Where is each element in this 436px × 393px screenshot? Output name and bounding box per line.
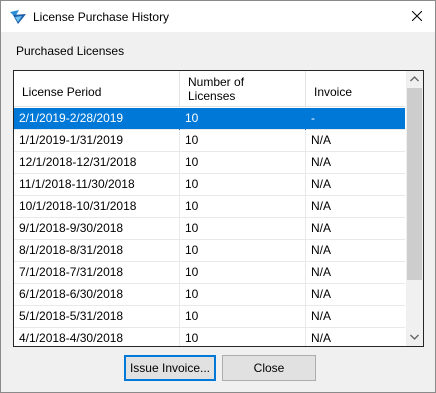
cell-license-period: 12/1/2018-12/31/2018 bbox=[14, 152, 180, 174]
purchased-licenses-label: Purchased Licenses bbox=[16, 44, 125, 58]
cell-number-of-licenses: 10 bbox=[180, 196, 306, 218]
cell-license-period: 4/1/2018-4/30/2018 bbox=[14, 328, 180, 346]
table-header: License Period Number of Licenses Invoic… bbox=[14, 71, 405, 107]
column-header-label: Number of Licenses bbox=[188, 75, 245, 103]
cell-invoice: N/A bbox=[311, 177, 332, 191]
cell-invoice: N/A bbox=[311, 155, 332, 169]
cell-license-period: 5/1/2018-5/31/2018 bbox=[14, 306, 180, 328]
close-icon bbox=[412, 11, 422, 21]
chevron-up-icon bbox=[410, 76, 419, 82]
table-row[interactable]: 8/1/2018-8/31/2018 10 N/A bbox=[14, 240, 405, 262]
license-history-dialog: License Purchase History Purchased Licen… bbox=[0, 0, 436, 393]
window-title: License Purchase History bbox=[33, 10, 170, 24]
cell-license-period: 10/1/2018-10/31/2018 bbox=[14, 196, 180, 218]
cell-invoice: N/A bbox=[311, 287, 332, 301]
scrollbar-thumb[interactable] bbox=[407, 88, 422, 280]
cell-number-of-licenses: 10 bbox=[180, 306, 306, 328]
column-header-number-of-licenses[interactable]: Number of Licenses bbox=[180, 71, 306, 107]
column-header-license-period[interactable]: License Period bbox=[14, 71, 180, 107]
table-row[interactable]: 12/1/2018-12/31/2018 10 N/A bbox=[14, 152, 405, 174]
chevron-down-icon bbox=[410, 334, 419, 340]
table-row[interactable]: 9/1/2018-9/30/2018 10 N/A bbox=[14, 218, 405, 240]
cell-number-of-licenses: 10 bbox=[180, 152, 306, 174]
column-header-invoice[interactable]: Invoice bbox=[306, 71, 405, 107]
issue-invoice-button[interactable]: Issue Invoice... bbox=[124, 355, 216, 381]
window-close-button[interactable] bbox=[401, 3, 433, 29]
cell-invoice: N/A bbox=[311, 331, 332, 345]
vertical-scrollbar[interactable] bbox=[406, 71, 423, 346]
app-logo-icon bbox=[10, 10, 26, 24]
cell-number-of-licenses: 10 bbox=[180, 130, 306, 152]
cell-invoice: N/A bbox=[311, 243, 332, 257]
cell-invoice: - bbox=[311, 111, 315, 125]
cell-number-of-licenses: 10 bbox=[180, 262, 306, 284]
cell-license-period: 8/1/2018-8/31/2018 bbox=[14, 240, 180, 262]
scroll-up-button[interactable] bbox=[406, 71, 423, 88]
table-row[interactable]: 1/1/2019-1/31/2019 10 N/A bbox=[14, 130, 405, 152]
cell-invoice: N/A bbox=[311, 265, 332, 279]
table-row[interactable]: 2/1/2019-2/28/2019 10- bbox=[14, 108, 405, 130]
table-row[interactable]: 4/1/2018-4/30/2018 10 N/A bbox=[14, 328, 405, 346]
close-button[interactable]: Close bbox=[222, 355, 316, 381]
cell-number-of-licenses: 10 bbox=[180, 218, 306, 240]
cell-invoice: N/A bbox=[311, 221, 332, 235]
cell-number-of-licenses: 10 bbox=[180, 284, 306, 306]
table-row[interactable]: 6/1/2018-6/30/2018 10 N/A bbox=[14, 284, 405, 306]
cell-license-period: 7/1/2018-7/31/2018 bbox=[14, 262, 180, 284]
cell-number-of-licenses: 10 bbox=[180, 108, 306, 130]
cell-invoice: N/A bbox=[311, 133, 332, 147]
title-bar: License Purchase History bbox=[1, 1, 435, 32]
cell-license-period: 1/1/2019-1/31/2019 bbox=[14, 130, 180, 152]
column-header-label: Invoice bbox=[314, 85, 353, 99]
licenses-table[interactable]: License Period Number of Licenses Invoic… bbox=[13, 70, 424, 347]
table-row[interactable]: 10/1/2018-10/31/2018 10 N/A bbox=[14, 196, 405, 218]
table-row[interactable]: 5/1/2018-5/31/2018 10 N/A bbox=[14, 306, 405, 328]
cell-license-period: 6/1/2018-6/30/2018 bbox=[14, 284, 180, 306]
table-body: 2/1/2019-2/28/2019 10-1/1/2019-1/31/2019 1… bbox=[14, 108, 405, 346]
cell-number-of-licenses: 10 bbox=[180, 174, 306, 196]
cell-license-period: 2/1/2019-2/28/2019 bbox=[14, 108, 180, 130]
cell-license-period: 11/1/2018-11/30/2018 bbox=[14, 174, 180, 196]
table-row[interactable]: 11/1/2018-11/30/2018 10 N/A bbox=[14, 174, 405, 196]
cell-number-of-licenses: 10 bbox=[180, 328, 306, 346]
cell-number-of-licenses: 10 bbox=[180, 240, 306, 262]
scroll-down-button[interactable] bbox=[406, 329, 423, 346]
cell-invoice: N/A bbox=[311, 199, 332, 213]
column-header-label: License Period bbox=[22, 85, 102, 99]
cell-license-period: 9/1/2018-9/30/2018 bbox=[14, 218, 180, 240]
table-row[interactable]: 7/1/2018-7/31/2018 10 N/A bbox=[14, 262, 405, 284]
cell-invoice: N/A bbox=[311, 309, 332, 323]
